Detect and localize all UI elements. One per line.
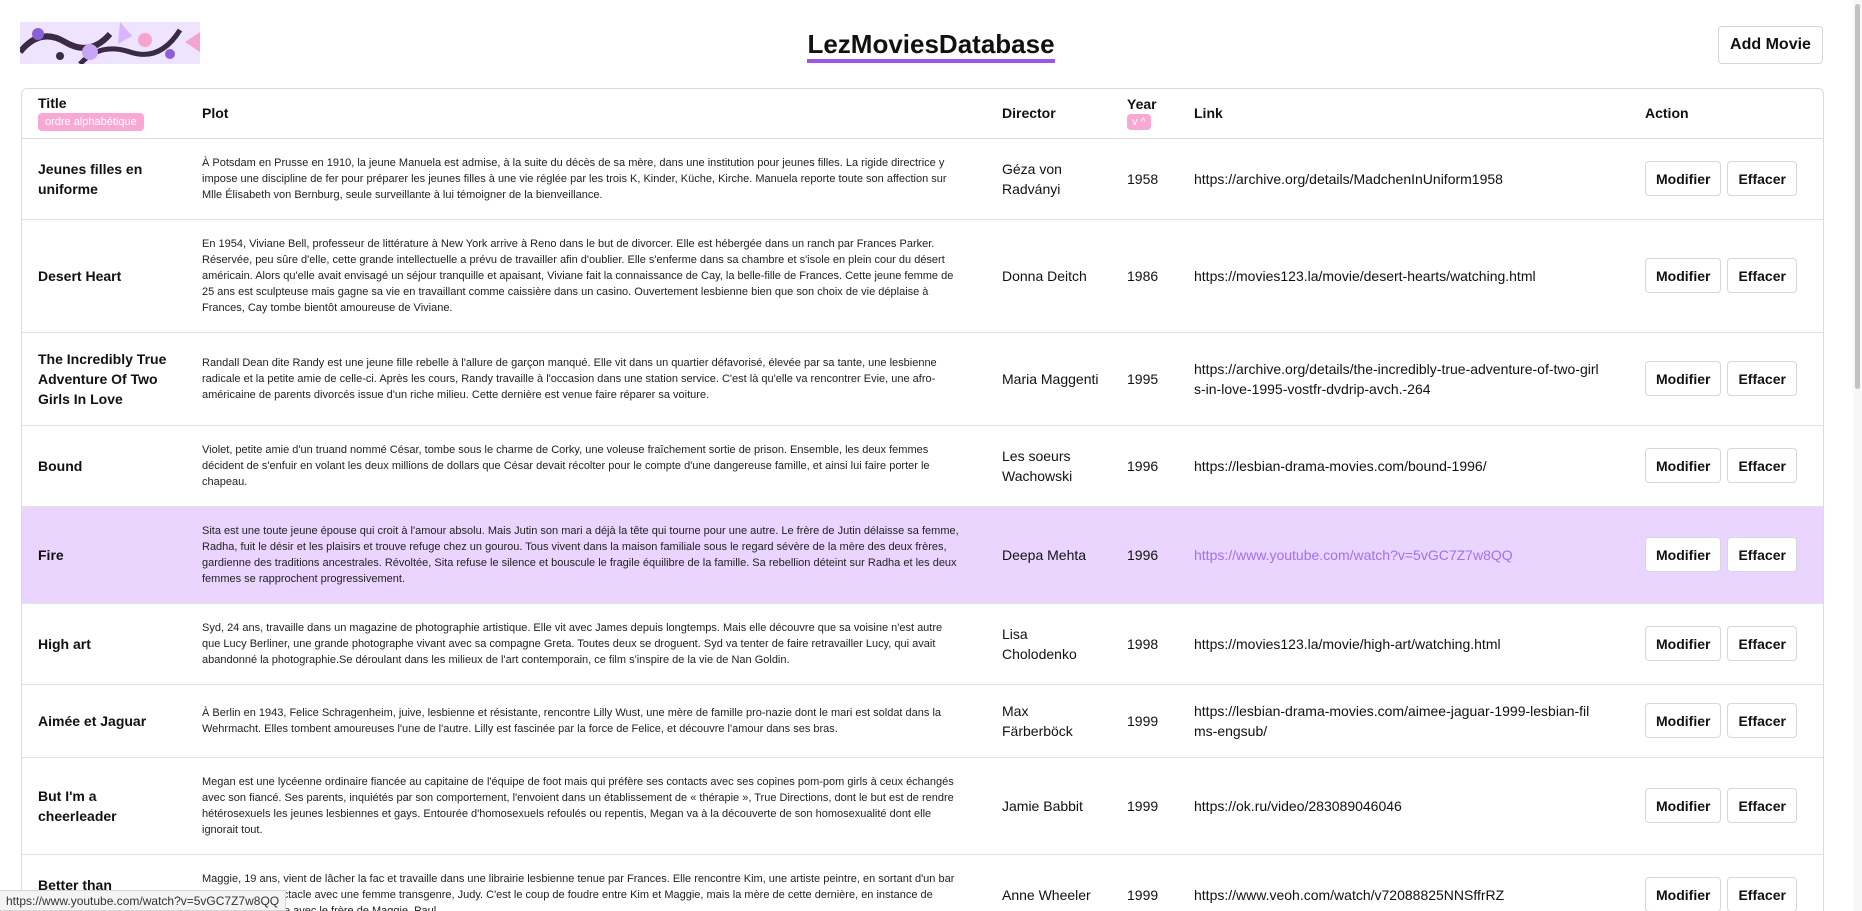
table-row: The Incredibly True Adventure Of Two Gir… <box>22 332 1823 426</box>
logo <box>20 22 200 64</box>
movie-link[interactable]: https://ok.ru/video/283089046046 <box>1178 757 1629 855</box>
movie-link[interactable]: https://archive.org/details/the-incredib… <box>1178 332 1629 426</box>
movie-title: The Incredibly True Adventure Of Two Gir… <box>22 332 186 426</box>
movie-year: 1996 <box>1111 506 1178 604</box>
movie-director: Deepa Mehta <box>986 506 1111 604</box>
column-action: Action <box>1629 89 1823 139</box>
delete-button[interactable]: Effacer <box>1727 703 1797 738</box>
movie-plot: Maggie, 19 ans, vient de lâcher la fac e… <box>186 854 986 911</box>
table-header-row: Title ordre alphabétique Plot Director Y… <box>22 89 1823 139</box>
column-title-label: Title <box>38 95 67 112</box>
sort-year-button[interactable]: v ^ <box>1127 114 1151 131</box>
add-movie-button[interactable]: Add Movie <box>1718 26 1823 64</box>
delete-button[interactable]: Effacer <box>1727 448 1797 483</box>
movie-year: 1999 <box>1111 757 1178 855</box>
movie-director: Jamie Babbit <box>986 757 1111 855</box>
delete-button[interactable]: Effacer <box>1727 161 1797 196</box>
movie-director: Donna Deitch <box>986 219 1111 333</box>
modify-button[interactable]: Modifier <box>1645 448 1722 483</box>
movie-year: 1998 <box>1111 603 1178 685</box>
movie-actions: Modifier Effacer <box>1629 684 1823 758</box>
movie-director: Anne Wheeler <box>986 854 1111 911</box>
modify-button[interactable]: Modifier <box>1645 703 1722 738</box>
modify-button[interactable]: Modifier <box>1645 258 1722 293</box>
table-row: Better than Chocolate Maggie, 19 ans, vi… <box>22 854 1823 911</box>
movie-link[interactable]: https://www.youtube.com/watch?v=5vGC7Z7w… <box>1178 506 1629 604</box>
site-title-text[interactable]: LezMoviesDatabase <box>807 30 1055 63</box>
delete-button[interactable]: Effacer <box>1727 537 1797 572</box>
scrollbar-thumb[interactable] <box>1855 4 1860 389</box>
movie-year: 1958 <box>1111 138 1178 220</box>
movie-actions: Modifier Effacer <box>1629 854 1823 911</box>
movie-plot: Megan est une lycéenne ordinaire fiancée… <box>186 757 986 855</box>
movie-title: But I'm a cheerleader <box>22 757 186 855</box>
movie-year: 1995 <box>1111 332 1178 426</box>
movie-link[interactable]: https://lesbian-drama-movies.com/bound-1… <box>1178 425 1629 507</box>
delete-button[interactable]: Effacer <box>1727 788 1797 823</box>
movie-link[interactable]: https://lesbian-drama-movies.com/aimee-j… <box>1178 684 1629 758</box>
table-row-hovered: Fire Sita est une toute jeune épouse qui… <box>22 506 1823 604</box>
movie-title: Jeunes filles en uniforme <box>22 138 186 220</box>
delete-button[interactable]: Effacer <box>1727 626 1797 661</box>
column-title: Title ordre alphabétique <box>22 89 186 139</box>
movie-actions: Modifier Effacer <box>1629 603 1823 685</box>
movie-link[interactable]: https://movies123.la/movie/high-art/watc… <box>1178 603 1629 685</box>
movie-actions: Modifier Effacer <box>1629 138 1823 220</box>
table-row: High art Syd, 24 ans, travaille dans un … <box>22 603 1823 685</box>
column-director: Director <box>986 89 1111 139</box>
table-row: Jeunes filles en uniforme À Potsdam en P… <box>22 138 1823 220</box>
movie-director: Max Färberböck <box>986 684 1111 758</box>
movie-plot: À Potsdam en Prusse en 1910, la jeune Ma… <box>186 138 986 220</box>
movie-year: 1986 <box>1111 219 1178 333</box>
movie-year: 1996 <box>1111 425 1178 507</box>
movie-plot: À Berlin en 1943, Felice Schragenheim, j… <box>186 684 986 758</box>
movie-director: Maria Maggenti <box>986 332 1111 426</box>
modify-button[interactable]: Modifier <box>1645 537 1722 572</box>
movie-director: Les soeurs Wachowski <box>986 425 1111 507</box>
movie-actions: Modifier Effacer <box>1629 332 1823 426</box>
sort-alphabetical-button[interactable]: ordre alphabétique <box>38 113 144 132</box>
movie-plot: En 1954, Viviane Bell, professeur de lit… <box>186 219 986 333</box>
site-title: LezMoviesDatabase <box>0 30 1862 63</box>
table-row: Bound Violet, petite amie d'un truand no… <box>22 425 1823 507</box>
movie-title: Bound <box>22 425 186 507</box>
movie-title: Fire <box>22 506 186 604</box>
movie-plot: Sita est une toute jeune épouse qui croi… <box>186 506 986 604</box>
delete-button[interactable]: Effacer <box>1727 258 1797 293</box>
movie-link[interactable]: https://www.veoh.com/watch/v72088825NNSf… <box>1178 854 1629 911</box>
movie-year: 1999 <box>1111 854 1178 911</box>
movie-actions: Modifier Effacer <box>1629 506 1823 604</box>
table-row: But I'm a cheerleader Megan est une lycé… <box>22 757 1823 855</box>
movie-actions: Modifier Effacer <box>1629 219 1823 333</box>
column-link: Link <box>1178 89 1629 139</box>
status-bar-url: https://www.youtube.com/watch?v=5vGC7Z7w… <box>0 890 287 911</box>
delete-button[interactable]: Effacer <box>1727 361 1797 396</box>
modify-button[interactable]: Modifier <box>1645 788 1722 823</box>
movie-director: Lisa Cholodenko <box>986 603 1111 685</box>
modify-button[interactable]: Modifier <box>1645 161 1722 196</box>
movie-plot: Syd, 24 ans, travaille dans un magazine … <box>186 603 986 685</box>
movie-link[interactable]: https://movies123.la/movie/desert-hearts… <box>1178 219 1629 333</box>
movie-title: Desert Heart <box>22 219 186 333</box>
modify-button[interactable]: Modifier <box>1645 361 1722 396</box>
movie-link[interactable]: https://archive.org/details/MadchenInUni… <box>1178 138 1629 220</box>
column-plot: Plot <box>186 89 986 139</box>
movie-title: High art <box>22 603 186 685</box>
table-row: Aimée et Jaguar À Berlin en 1943, Felice… <box>22 684 1823 758</box>
movie-plot: Violet, petite amie d'un truand nommé Cé… <box>186 425 986 507</box>
page-scrollbar[interactable] <box>1853 0 1862 911</box>
delete-button[interactable]: Effacer <box>1727 877 1797 911</box>
modify-button[interactable]: Modifier <box>1645 877 1722 911</box>
movie-title: Aimée et Jaguar <box>22 684 186 758</box>
movie-actions: Modifier Effacer <box>1629 425 1823 507</box>
movie-director: Géza von Radványi <box>986 138 1111 220</box>
table-row: Desert Heart En 1954, Viviane Bell, prof… <box>22 219 1823 333</box>
movie-actions: Modifier Effacer <box>1629 757 1823 855</box>
movie-year: 1999 <box>1111 684 1178 758</box>
column-year: Year v ^ <box>1111 89 1178 139</box>
modify-button[interactable]: Modifier <box>1645 626 1722 661</box>
movie-plot: Randall Dean dite Randy est une jeune fi… <box>186 332 986 426</box>
column-year-label: Year <box>1127 96 1157 113</box>
movies-table: Title ordre alphabétique Plot Director Y… <box>21 88 1824 911</box>
